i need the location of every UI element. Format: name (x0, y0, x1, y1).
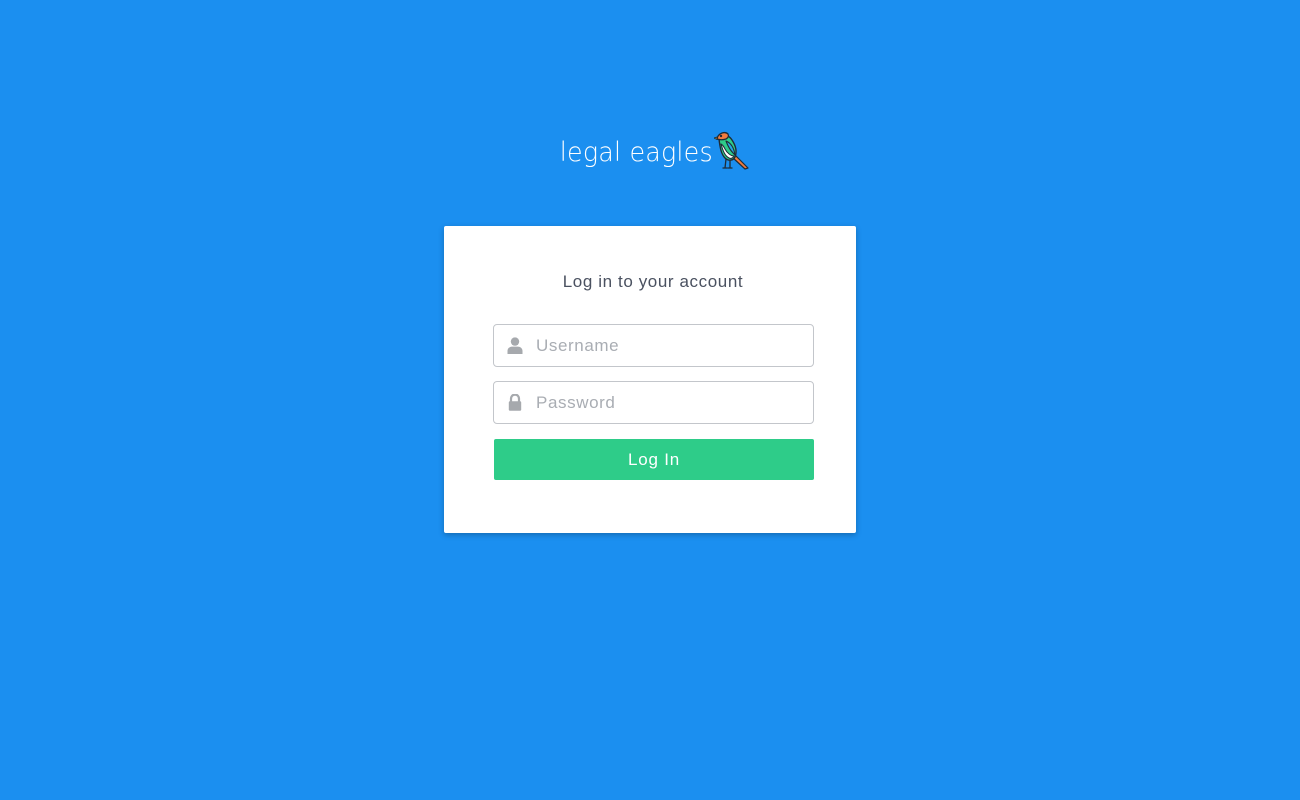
logo-text: legal eagles (559, 137, 713, 168)
eagle-bird-icon (713, 132, 749, 170)
user-icon (507, 337, 523, 354)
login-button[interactable]: Log In (494, 439, 814, 480)
username-input[interactable] (536, 325, 806, 366)
password-input[interactable] (536, 382, 806, 423)
login-title: Log in to your account (562, 272, 744, 291)
username-field[interactable] (493, 324, 814, 367)
lock-icon (508, 394, 522, 411)
password-field[interactable] (493, 381, 814, 424)
brand-header: legal eagles (0, 128, 1300, 172)
logo: legal eagles (550, 130, 752, 170)
login-card: Log in to your account Log In (444, 226, 856, 533)
